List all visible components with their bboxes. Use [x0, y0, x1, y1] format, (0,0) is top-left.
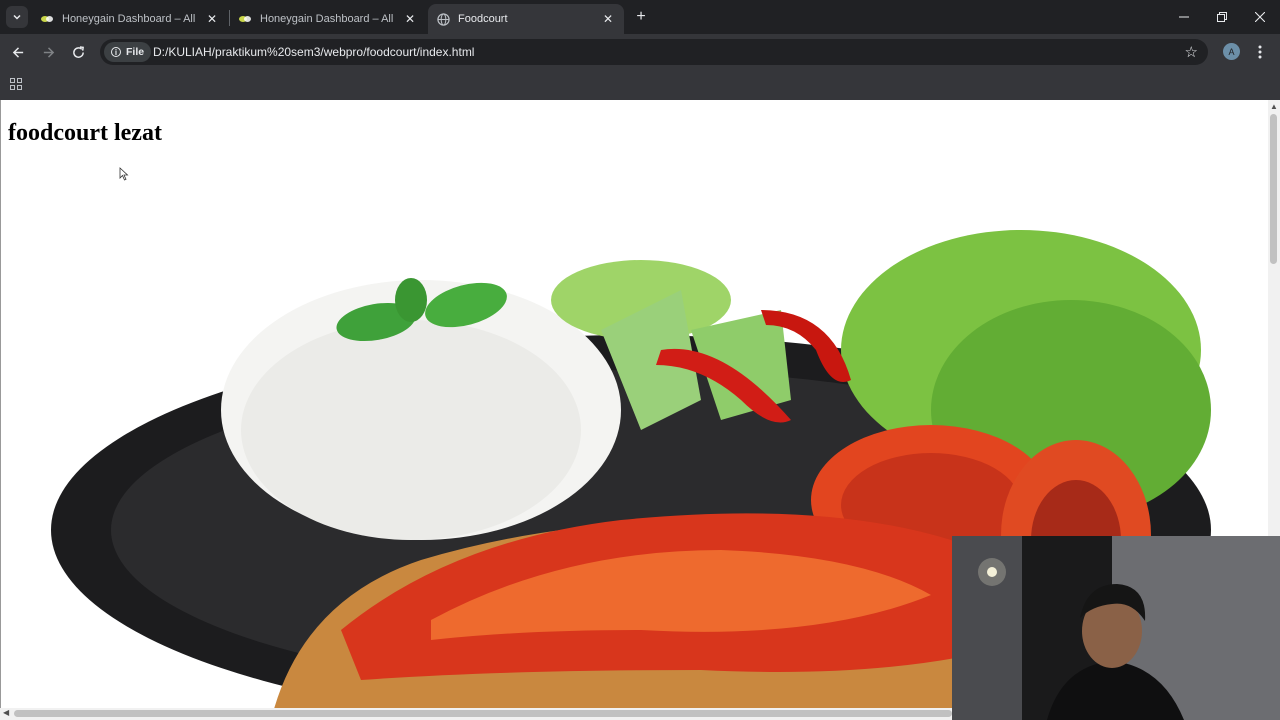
- close-icon: [1255, 12, 1265, 22]
- honeygain-icon: [238, 12, 252, 26]
- tab-search-button[interactable]: [6, 6, 28, 28]
- mouse-cursor-icon: [119, 167, 129, 181]
- tab-title: Honeygain Dashboard – All You: [260, 13, 396, 25]
- browser-toolbar: i File D:/KULIAH/praktikum%20sem3/webpro…: [0, 34, 1280, 70]
- close-icon[interactable]: ✕: [600, 11, 616, 27]
- restore-button[interactable]: [1208, 6, 1236, 28]
- tab-title: Foodcourt: [458, 13, 508, 25]
- arrow-right-icon: [43, 46, 54, 58]
- forward-button[interactable]: [38, 42, 58, 62]
- tab-strip: Honeygain Dashboard – All You ✕ Honeygai…: [0, 0, 1280, 34]
- scroll-left-arrow-icon[interactable]: ◀: [3, 708, 9, 717]
- reload-icon: [72, 45, 84, 58]
- bookmark-star-icon[interactable]: ☆: [1185, 43, 1198, 61]
- browser-menu-button[interactable]: [1252, 42, 1268, 62]
- site-info-label: File: [126, 46, 145, 58]
- honeygain-icon: [40, 12, 54, 26]
- vertical-scroll-thumb[interactable]: [1270, 114, 1277, 264]
- close-window-button[interactable]: [1246, 6, 1274, 28]
- page-heading: foodcourt lezat: [8, 120, 162, 146]
- chevron-down-icon: [13, 14, 21, 20]
- minimize-icon: [1179, 16, 1189, 18]
- restore-icon: [1217, 12, 1227, 22]
- globe-icon: [436, 12, 450, 26]
- profile-avatar[interactable]: A: [1223, 43, 1240, 60]
- close-icon[interactable]: ✕: [204, 11, 220, 27]
- site-info-chip[interactable]: i File: [104, 42, 152, 62]
- arrow-left-icon: [12, 46, 23, 58]
- new-tab-button[interactable]: +: [632, 8, 650, 26]
- kebab-menu-icon: [1258, 45, 1262, 59]
- tab-foodcourt[interactable]: Foodcourt ✕: [428, 4, 624, 34]
- webcam-overlay: [952, 536, 1280, 720]
- close-icon[interactable]: ✕: [402, 11, 418, 27]
- back-button[interactable]: [8, 42, 28, 62]
- url-text[interactable]: D:/KULIAH/praktikum%20sem3/webpro/foodco…: [153, 45, 474, 59]
- tab-title: Honeygain Dashboard – All You: [62, 13, 198, 25]
- horizontal-scroll-thumb[interactable]: [14, 710, 952, 717]
- info-icon: i: [111, 47, 121, 57]
- reload-button[interactable]: [68, 42, 88, 62]
- minimize-button[interactable]: [1170, 6, 1198, 28]
- tab-honeygain-2[interactable]: Honeygain Dashboard – All You ✕: [230, 4, 426, 34]
- webcam-feed: [952, 536, 1280, 720]
- tab-honeygain-1[interactable]: Honeygain Dashboard – All You ✕: [32, 4, 228, 34]
- bookmarks-bar: [0, 70, 1280, 100]
- address-bar[interactable]: i File D:/KULIAH/praktikum%20sem3/webpro…: [100, 39, 1208, 65]
- scroll-up-arrow-icon[interactable]: ▲: [1270, 102, 1278, 111]
- apps-grid-icon[interactable]: [10, 78, 22, 90]
